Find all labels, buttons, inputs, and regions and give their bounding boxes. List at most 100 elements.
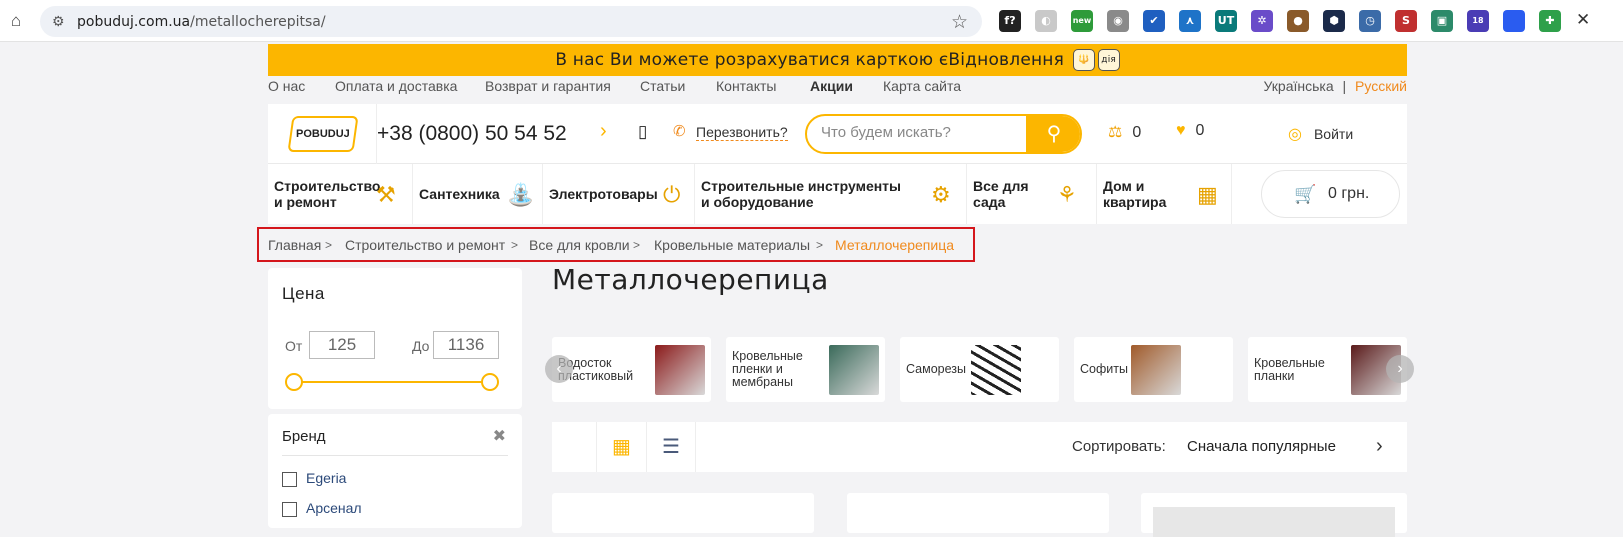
cart-button[interactable]: 🛒 0 грн. <box>1261 170 1400 218</box>
bookmark-star-icon[interactable]: ☆ <box>951 11 968 34</box>
fonts-extension-icon[interactable]: f? <box>999 10 1021 32</box>
image-extension-icon[interactable]: ▣ <box>1431 10 1453 32</box>
nav-contacts[interactable]: Контакты <box>716 78 776 94</box>
compare-button[interactable]: ⚖ 0 <box>1108 122 1141 142</box>
nav-sitemap[interactable]: Карта сайта <box>883 78 961 94</box>
trident-badge-icon: 🔱 <box>1072 49 1095 71</box>
banner-text: В нас Ви можете розрахуватися карткою єВ… <box>555 50 1065 70</box>
subcategory-card[interactable]: Саморезы <box>900 337 1059 402</box>
lang-separator: | <box>1342 78 1347 94</box>
search-button[interactable]: ⚲ <box>1026 116 1080 152</box>
favorites-button[interactable]: ♥ 0 <box>1176 122 1204 140</box>
category-electrical[interactable]: Электротовары ⏻ <box>543 164 695 224</box>
subcategory-card[interactable]: Кровельные планки <box>1248 337 1407 402</box>
price-slider-track[interactable] <box>294 381 490 383</box>
chevron-right-icon[interactable]: › <box>600 120 607 143</box>
subcategory-label: Саморезы <box>906 362 967 376</box>
chevron-right-icon[interactable]: › <box>1376 435 1383 458</box>
grad-extension-icon[interactable]: 18 <box>1467 10 1489 32</box>
subcategory-card[interactable]: Софиты <box>1074 337 1233 402</box>
list-view-button[interactable]: ☰ <box>646 422 696 472</box>
brand-option[interactable]: Арсенал <box>282 500 362 517</box>
membrane-image <box>829 345 879 395</box>
breadcrumb-home[interactable]: Главная <box>268 237 321 253</box>
cube-extension-icon[interactable]: ⬢ <box>1323 10 1345 32</box>
hammer-icon: ⚒ <box>376 182 396 207</box>
grid-view-button[interactable]: ▦ <box>596 422 646 472</box>
category-construction[interactable]: Строительство и ремонт ⚒ <box>268 164 413 224</box>
subcategory-carousel: Водосток пластиковый Кровельные пленки и… <box>552 337 1407 402</box>
site-logo[interactable]: POBUDUJ <box>287 116 359 152</box>
ut-extension-icon[interactable]: UT <box>1215 10 1237 32</box>
nav-returns-warranty[interactable]: Возврат и гарантия <box>485 78 611 94</box>
close-icon[interactable]: ✖ <box>493 426 506 446</box>
breadcrumb-separator: > <box>511 238 519 252</box>
price-slider-min-handle[interactable] <box>285 373 303 391</box>
url-text[interactable]: pobuduj.com.ua/metallocherepitsa/ <box>77 14 326 30</box>
login-button[interactable]: ◎ Войти <box>1288 124 1353 144</box>
product-card[interactable] <box>847 493 1109 533</box>
close-icon[interactable]: ✕ <box>1576 10 1590 30</box>
cookie-extension-icon[interactable]: ● <box>1287 10 1309 32</box>
nav-promotions[interactable]: Акции <box>810 78 853 94</box>
plug-icon: ⏻ <box>663 182 681 207</box>
s-extension-icon[interactable]: S <box>1395 10 1417 32</box>
mobile-phone-icon[interactable]: ▯ <box>638 122 647 142</box>
subcategory-card[interactable]: Водосток пластиковый <box>552 337 711 402</box>
site-info-icon[interactable]: ⚙ <box>52 13 65 30</box>
puzzle-extension-icon[interactable]: ✚ <box>1539 10 1561 32</box>
garden-tools-icon: ⚘ <box>1057 182 1077 207</box>
phone-icon: ✆ <box>673 123 686 140</box>
checkbox[interactable] <box>282 501 297 517</box>
brand-option[interactable]: Egeria <box>282 470 346 487</box>
carousel-next-button[interactable]: › <box>1386 355 1414 383</box>
carousel-prev-button[interactable]: ‹ <box>545 355 573 383</box>
price-to-input[interactable]: 1136 <box>433 331 499 359</box>
search-input[interactable] <box>821 124 1021 141</box>
camera-extension-icon[interactable]: ◉ <box>1107 10 1129 32</box>
subcategory-label: Софиты <box>1080 362 1128 376</box>
clock-extension-icon[interactable]: ◷ <box>1359 10 1381 32</box>
moon-extension-icon[interactable]: ◐ <box>1035 10 1057 32</box>
browser-toolbar: ⌂ ⚙ pobuduj.com.ua/metallocherepitsa/ ☆ … <box>0 0 1623 42</box>
product-card[interactable] <box>1141 493 1407 537</box>
category-tools[interactable]: Строительные инструменты и оборудование … <box>695 164 967 224</box>
category-label: Строительные инструменты и оборудование <box>701 178 901 210</box>
product-card[interactable] <box>552 493 814 533</box>
breadcrumb-roofing[interactable]: Все для кровли <box>529 237 630 253</box>
language-switcher: Українська | Русский <box>1264 78 1407 94</box>
gear-extension-icon[interactable]: ✲ <box>1251 10 1273 32</box>
callback-link[interactable]: Перезвонить? <box>696 124 788 141</box>
phone-text: +38 (0800) 50 54 52 <box>377 122 567 145</box>
pen-extension-icon[interactable]: ⋏ <box>1179 10 1201 32</box>
subcategory-card[interactable]: Кровельные пленки и мембраны <box>726 337 885 402</box>
category-plumbing[interactable]: Сантехника ⛲ <box>413 164 543 224</box>
address-bar[interactable]: ⚙ pobuduj.com.ua/metallocherepitsa/ ☆ <box>40 6 982 37</box>
nav-articles[interactable]: Статьи <box>640 78 685 94</box>
circle-extension-icon[interactable] <box>1503 10 1525 32</box>
breadcrumb-construction[interactable]: Строительство и ремонт <box>345 237 505 253</box>
grid-icon: ▦ <box>612 436 631 458</box>
url-host: pobuduj.com.ua <box>77 14 191 30</box>
cart-icon: 🛒 <box>1294 184 1317 204</box>
checkbox-extension-icon[interactable]: ✔ <box>1143 10 1165 32</box>
price-from-input[interactable]: 125 <box>309 331 375 359</box>
home-icon[interactable]: ⌂ <box>6 11 26 31</box>
sort-label: Сортировать: <box>1072 438 1166 455</box>
compare-count: 0 <box>1132 124 1142 141</box>
wallpaper-icon: ▦ <box>1197 182 1218 207</box>
new-extension-icon[interactable]: new <box>1071 10 1093 32</box>
sort-select[interactable]: Сначала популярные <box>1187 438 1336 455</box>
lang-russian[interactable]: Русский <box>1355 78 1407 94</box>
category-home[interactable]: Дом и квартира ▦ <box>1097 164 1232 224</box>
lang-ukrainian[interactable]: Українська <box>1264 78 1334 94</box>
favorites-count: 0 <box>1195 122 1205 139</box>
scales-icon: ⚖ <box>1108 124 1123 141</box>
phone-number[interactable]: +38 (0800) 50 54 52 <box>376 104 567 164</box>
category-garden[interactable]: Все для сада ⚘ <box>967 164 1097 224</box>
price-slider-max-handle[interactable] <box>481 373 499 391</box>
nav-payment-delivery[interactable]: Оплата и доставка <box>335 78 457 94</box>
breadcrumb-roofing-materials[interactable]: Кровельные материалы <box>654 237 810 253</box>
checkbox[interactable] <box>282 471 297 487</box>
nav-about[interactable]: О нас <box>268 78 305 94</box>
